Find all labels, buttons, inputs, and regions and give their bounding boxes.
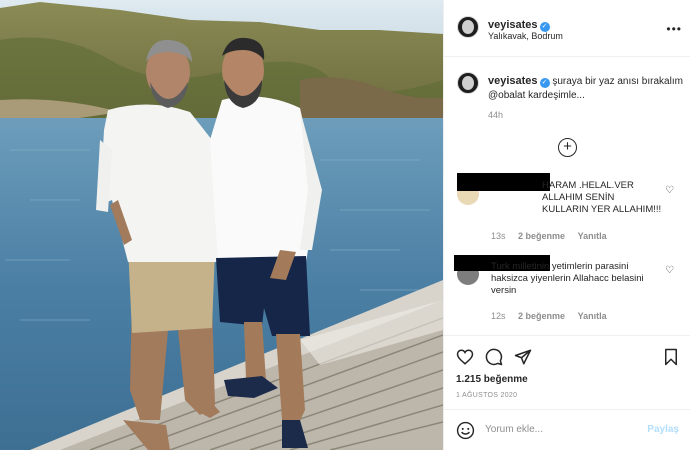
caption-avatar[interactable] [457, 72, 479, 94]
photo-illustration [0, 0, 443, 450]
comment-likes[interactable]: 2 beğenme [518, 311, 565, 321]
caption-username[interactable]: veyisates [488, 75, 538, 87]
reply-button[interactable]: Yanıtla [578, 311, 607, 321]
comment-like-heart-icon[interactable]: ♡ [665, 185, 674, 196]
post-comment-button[interactable]: Paylaş [647, 424, 679, 435]
author-avatar[interactable] [457, 16, 479, 38]
reply-button[interactable]: Yanıtla [578, 231, 607, 241]
comment-like-heart-icon[interactable]: ♡ [665, 265, 674, 276]
post-header: veyisates ✓ Yalıkavak, Bodrum ••• [444, 0, 690, 57]
comment-meta: 13s 2 beğenme Yanıtla [491, 231, 617, 241]
verified-badge-icon: ✓ [539, 78, 550, 88]
likes-count[interactable]: 1.215 beğenme [456, 374, 528, 385]
comment-likes[interactable]: 2 beğenme [518, 231, 565, 241]
caption-body: veyisates ✓ şuraya bir yaz anısı bırakalı… [488, 74, 684, 103]
comment-icon[interactable] [485, 348, 503, 366]
post-photo[interactable] [0, 0, 443, 450]
comment-2-text: Turk milletinin yetimlerin parasini haks… [491, 261, 644, 296]
redacted-username [457, 173, 550, 191]
bookmark-icon[interactable] [662, 348, 680, 366]
heart-icon[interactable] [456, 348, 474, 366]
comment-1-text: HARAM .HELAL.VER ALLAHIM SENİN KULLARIN … [542, 180, 662, 215]
comment-text-line1: HARAM .HELAL.VER ALLAHIM SENİN KULLARIN … [542, 180, 662, 216]
author-username[interactable]: veyisates [488, 19, 538, 31]
comment-text-block: Turk milletinin yetimlerin parasini haks… [491, 261, 661, 297]
add-comment-bar: Yorum ekle... Paylaş [444, 409, 690, 450]
emoji-icon[interactable] [456, 421, 475, 440]
post-date: 1 AĞUSTOS 2020 [456, 392, 518, 399]
comment-time[interactable]: 12s [491, 311, 506, 321]
more-dots-icon[interactable]: ••• [666, 22, 682, 36]
post-location[interactable]: Yalıkavak, Bodrum [488, 31, 563, 41]
share-icon[interactable] [514, 348, 532, 366]
comment-input[interactable]: Yorum ekle... [485, 424, 543, 435]
comment-time[interactable]: 13s [491, 231, 506, 241]
caption-time[interactable]: 44h [488, 110, 503, 120]
post-sidebar: veyisates ✓ Yalıkavak, Bodrum ••• veyisat… [443, 0, 690, 450]
comment-meta: 12s 2 beğenme Yanıtla [491, 311, 617, 321]
post-actions: 1.215 beğenme 1 AĞUSTOS 2020 [444, 335, 690, 405]
plus-circle-icon[interactable]: + [558, 138, 577, 157]
